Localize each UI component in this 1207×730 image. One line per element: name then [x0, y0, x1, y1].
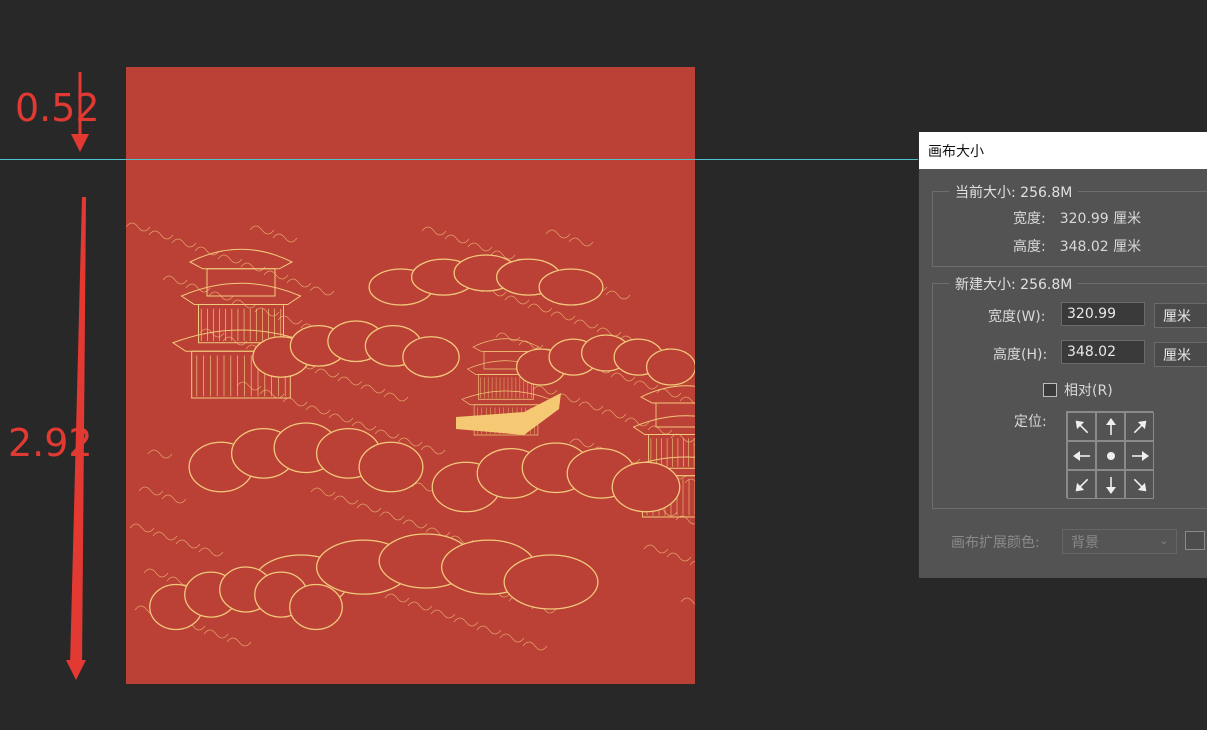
arrow-down-icon — [66, 660, 86, 680]
anchor-cell[interactable] — [1096, 412, 1125, 441]
anchor-cell[interactable] — [1125, 470, 1154, 499]
current-height-value: 348.02 厘米 — [1059, 239, 1142, 255]
extension-color-select[interactable]: 背景 ⌄ — [1062, 529, 1177, 554]
arrow-down-icon — [71, 134, 89, 152]
current-height-label: 高度: — [1013, 239, 1046, 255]
bottom-measure-label: 2.92 — [8, 421, 93, 465]
width-input[interactable]: 320.99 — [1061, 302, 1145, 326]
relative-label[interactable]: 相对(R) — [1064, 380, 1113, 400]
arrow-up-icon — [1105, 417, 1116, 435]
current-width-label: 宽度: — [1013, 211, 1046, 227]
dialog-title: 画布大小 — [928, 143, 984, 160]
anchor-label: 定位: — [1014, 414, 1047, 430]
anchor-cell[interactable] — [1067, 470, 1096, 499]
anchor-cell[interactable] — [1125, 441, 1154, 470]
height-input-value: 348.02 — [1067, 344, 1116, 360]
relative-checkbox[interactable] — [1043, 383, 1057, 397]
anchor-cell[interactable] — [1096, 470, 1125, 499]
height-unit-value: 厘米 — [1163, 347, 1191, 364]
top-measure-label: 0.52 — [15, 86, 100, 130]
center-dot-icon — [1106, 451, 1115, 460]
canvas-size-dialog: 画布大小 当前大小: 256.8M 宽度: 320.99 厘米 高度: 348.… — [918, 131, 1207, 578]
new-height-label: 高度(H): — [993, 347, 1048, 363]
cloud-top-right — [368, 254, 604, 306]
cloud-lower-right — [431, 442, 681, 513]
new-size-title: 新建大小: 256.8M — [949, 274, 1079, 294]
chevron-down-icon: ⌄ — [1159, 536, 1168, 547]
width-input-value: 320.99 — [1067, 306, 1116, 322]
width-unit-select[interactable]: 厘米 — [1154, 303, 1207, 328]
anchor-cell[interactable] — [1067, 412, 1096, 441]
arrow-down-left-icon — [1075, 478, 1088, 491]
new-width-label: 宽度(W): — [988, 309, 1046, 325]
extension-color-label: 画布扩展颜色: — [951, 535, 1040, 551]
anchor-cell[interactable] — [1096, 441, 1125, 470]
arrow-up-right-icon — [1133, 420, 1146, 433]
cloud-mid-right — [515, 334, 695, 386]
arrow-up-left-icon — [1075, 420, 1088, 433]
dialog-titlebar[interactable]: 画布大小 — [919, 132, 1207, 169]
current-size-group: 当前大小: 256.8M 宽度: 320.99 厘米 高度: 348.02 厘米 — [932, 182, 1207, 267]
anchor-grid — [1066, 411, 1154, 499]
cloud-lower-left — [188, 422, 424, 493]
extension-color-value: 背景 — [1071, 534, 1099, 551]
anchor-cell[interactable] — [1125, 412, 1154, 441]
current-size-title: 当前大小: 256.8M — [949, 182, 1079, 202]
anchor-cell[interactable] — [1067, 441, 1096, 470]
width-unit-value: 厘米 — [1163, 308, 1191, 325]
arrow-right-icon — [1131, 450, 1149, 461]
height-unit-select[interactable]: 厘米 — [1154, 342, 1207, 367]
arrow-left-icon — [1072, 450, 1090, 461]
horizontal-guide-line — [0, 159, 918, 160]
current-width-value: 320.99 厘米 — [1059, 211, 1142, 227]
height-input[interactable]: 348.02 — [1061, 340, 1145, 364]
arrow-down-right-icon — [1133, 478, 1146, 491]
extension-color-swatch[interactable] — [1185, 531, 1205, 550]
arrow-down-icon — [1105, 476, 1116, 494]
